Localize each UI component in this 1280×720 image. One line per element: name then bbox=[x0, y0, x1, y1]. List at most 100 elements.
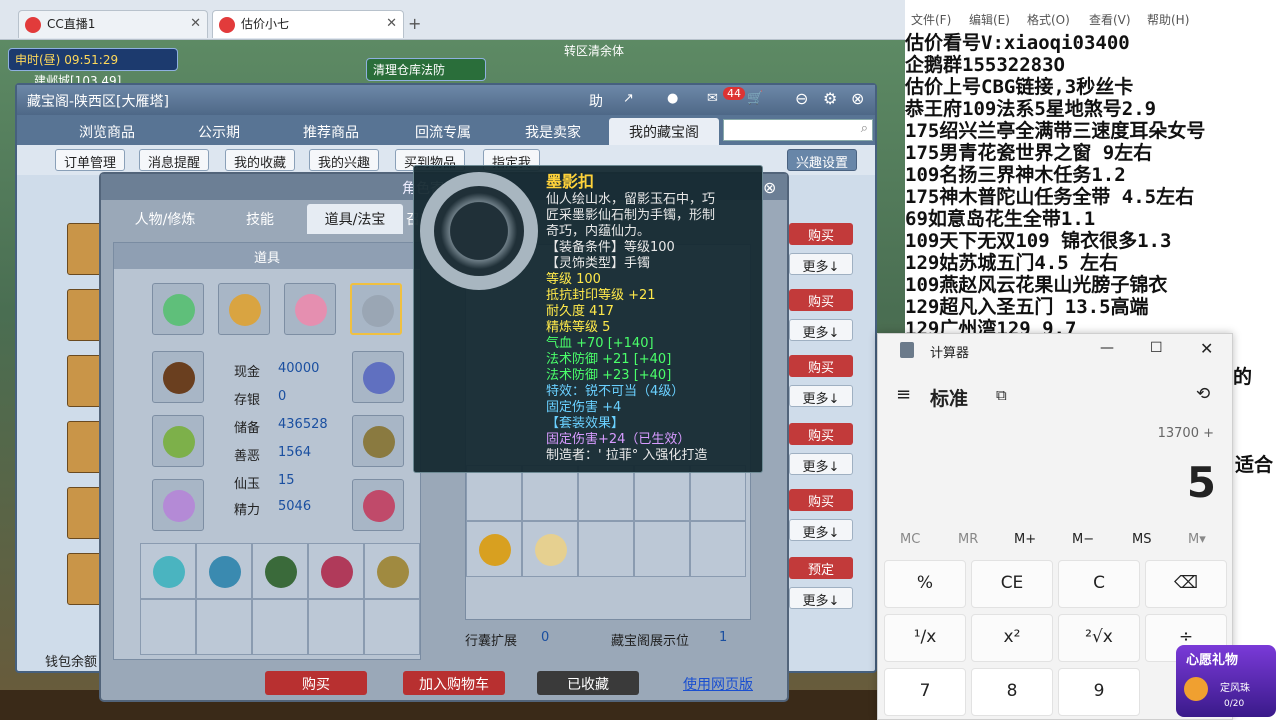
nav-public[interactable]: 公示期 bbox=[169, 118, 269, 145]
more-button[interactable]: 更多↓ bbox=[789, 319, 853, 341]
memory-clear-button[interactable]: MC bbox=[900, 532, 920, 547]
item-slot[interactable] bbox=[152, 415, 204, 467]
buy-button[interactable]: 购买 bbox=[789, 223, 853, 245]
item-slot[interactable] bbox=[152, 479, 204, 531]
memory-add-button[interactable]: M+ bbox=[1014, 532, 1036, 547]
minimize-icon[interactable]: ⊖ bbox=[795, 89, 808, 108]
clear-key[interactable]: C bbox=[1058, 560, 1140, 608]
tab-character[interactable]: 人物/修炼 bbox=[117, 204, 213, 234]
item-slot-selected[interactable] bbox=[350, 283, 402, 335]
ornament-slot[interactable] bbox=[364, 599, 420, 655]
sub-messages[interactable]: 消息提醒 bbox=[139, 149, 210, 171]
notepad-text[interactable]: 估价看号V:xiaoqi03400 企鹅群15532283O 估价上号CBG链接,3… bbox=[905, 32, 1280, 352]
gift-widget[interactable]: 心愿礼物 定风珠 0/20 bbox=[1176, 645, 1276, 717]
bag-slot[interactable] bbox=[690, 521, 746, 577]
item-slot[interactable] bbox=[352, 415, 404, 467]
bag-slot[interactable] bbox=[634, 465, 690, 521]
ornament-slot[interactable] bbox=[364, 543, 420, 599]
message-icon[interactable]: ✉ bbox=[707, 91, 718, 106]
sub-orders[interactable]: 订单管理 bbox=[55, 149, 126, 171]
close-icon[interactable]: ⊗ bbox=[851, 89, 864, 108]
item-slot[interactable] bbox=[152, 351, 204, 403]
ornament-slot[interactable] bbox=[140, 543, 196, 599]
ornament-slot[interactable] bbox=[196, 543, 252, 599]
menu-file[interactable]: 文件(F) bbox=[911, 11, 951, 28]
help-icon[interactable]: 助 bbox=[589, 91, 603, 111]
tab-skills[interactable]: 技能 bbox=[219, 204, 301, 234]
item-slot[interactable] bbox=[152, 283, 204, 335]
nav-recommend[interactable]: 推荐商品 bbox=[281, 118, 381, 145]
share-icon[interactable]: ↗ bbox=[623, 91, 634, 106]
close-icon[interactable]: ⊗ bbox=[763, 178, 776, 197]
memory-store-button[interactable]: MS bbox=[1132, 532, 1151, 547]
clear-entry-key[interactable]: CE bbox=[971, 560, 1053, 608]
browser-tab-appraisal[interactable]: 估价小七 ✕ bbox=[212, 10, 404, 38]
menu-icon[interactable]: ≡ bbox=[896, 384, 911, 405]
digit-8-key[interactable]: 8 bbox=[971, 668, 1053, 716]
minimize-icon[interactable]: — bbox=[1100, 340, 1114, 356]
more-button[interactable]: 更多↓ bbox=[789, 253, 853, 275]
bag-slot[interactable] bbox=[578, 465, 634, 521]
bag-slot[interactable] bbox=[634, 521, 690, 577]
item-slot[interactable] bbox=[218, 283, 270, 335]
item-slot[interactable] bbox=[352, 351, 404, 403]
bag-slot[interactable] bbox=[522, 521, 578, 577]
bag-slot[interactable] bbox=[522, 465, 578, 521]
more-button[interactable]: 更多↓ bbox=[789, 453, 853, 475]
digit-7-key[interactable]: 7 bbox=[884, 668, 966, 716]
more-button[interactable]: 更多↓ bbox=[789, 519, 853, 541]
sub-interests[interactable]: 我的兴趣 bbox=[309, 149, 380, 171]
menu-view[interactable]: 查看(V) bbox=[1089, 11, 1131, 28]
tab-items[interactable]: 道具/法宝 bbox=[307, 204, 403, 234]
close-icon[interactable]: ✕ bbox=[386, 16, 397, 31]
nav-my[interactable]: 我的藏宝阁 bbox=[609, 118, 719, 145]
bag-slot[interactable] bbox=[466, 521, 522, 577]
ornament-slot[interactable] bbox=[252, 599, 308, 655]
sqrt-key[interactable]: ²√x bbox=[1058, 614, 1140, 662]
keep-on-top-icon[interactable]: ⧉ bbox=[996, 386, 1007, 404]
memory-recall-button[interactable]: MR bbox=[958, 532, 978, 547]
browser-tab-cc[interactable]: CC直播1 ✕ bbox=[18, 10, 208, 38]
sub-favorites[interactable]: 我的收藏 bbox=[225, 149, 296, 171]
menu-format[interactable]: 格式(O) bbox=[1027, 11, 1070, 28]
ornament-slot[interactable] bbox=[308, 543, 364, 599]
bag-slot[interactable] bbox=[466, 465, 522, 521]
web-version-link[interactable]: 使用网页版 bbox=[683, 674, 753, 694]
add-to-cart-button[interactable]: 加入购物车 bbox=[403, 671, 505, 695]
ornament-slot[interactable] bbox=[308, 599, 364, 655]
cart-icon[interactable]: 🛒 bbox=[747, 91, 763, 106]
reserve-button[interactable]: 预定 bbox=[789, 557, 853, 579]
close-icon[interactable]: ✕ bbox=[190, 16, 201, 31]
memory-subtract-button[interactable]: M− bbox=[1072, 532, 1094, 547]
memory-list-button[interactable]: M▾ bbox=[1188, 532, 1206, 547]
square-key[interactable]: x² bbox=[971, 614, 1053, 662]
buy-button[interactable]: 购买 bbox=[789, 423, 853, 445]
search-icon[interactable]: ⌕ bbox=[861, 121, 868, 136]
new-tab-button[interactable]: + bbox=[408, 14, 426, 33]
buy-button[interactable]: 购买 bbox=[789, 489, 853, 511]
percent-key[interactable]: % bbox=[884, 560, 966, 608]
settings-icon[interactable]: ⚙ bbox=[823, 89, 837, 108]
nav-browse[interactable]: 浏览商品 bbox=[57, 118, 157, 145]
digit-9-key[interactable]: 9 bbox=[1058, 668, 1140, 716]
item-slot[interactable] bbox=[284, 283, 336, 335]
close-icon[interactable]: ✕ bbox=[1200, 339, 1213, 358]
bag-slot[interactable] bbox=[690, 465, 746, 521]
nav-seller[interactable]: 我是卖家 bbox=[503, 118, 603, 145]
interest-settings-button[interactable]: 兴趣设置 bbox=[787, 149, 858, 171]
favorited-button[interactable]: 已收藏 bbox=[537, 671, 639, 695]
stop-icon[interactable]: ● bbox=[667, 91, 678, 106]
search-input[interactable]: ⌕ bbox=[723, 119, 873, 141]
more-button[interactable]: 更多↓ bbox=[789, 587, 853, 609]
maximize-icon[interactable]: ☐ bbox=[1150, 340, 1163, 356]
reciprocal-key[interactable]: ¹∕x bbox=[884, 614, 966, 662]
ornament-slot[interactable] bbox=[196, 599, 252, 655]
buy-button[interactable]: 购买 bbox=[789, 355, 853, 377]
buy-button[interactable]: 购买 bbox=[789, 289, 853, 311]
ornament-slot[interactable] bbox=[252, 543, 308, 599]
menu-edit[interactable]: 编辑(E) bbox=[969, 11, 1010, 28]
history-icon[interactable]: ⟲ bbox=[1196, 384, 1210, 404]
game-banner[interactable]: 清理仓库法防 bbox=[366, 58, 486, 81]
bag-slot[interactable] bbox=[578, 521, 634, 577]
nav-return[interactable]: 回流专属 bbox=[393, 118, 493, 145]
